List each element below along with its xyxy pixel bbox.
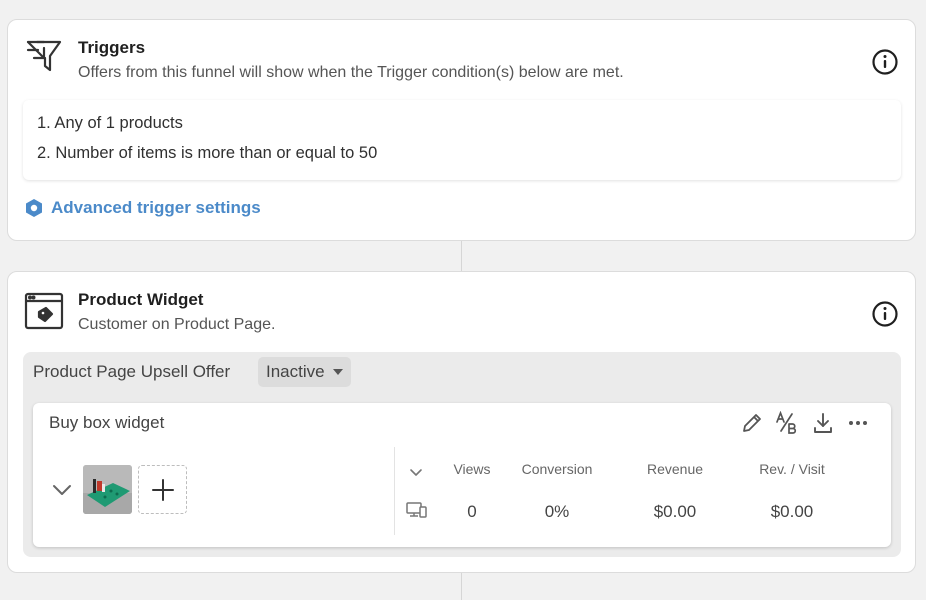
flow-connector-top [461, 240, 462, 272]
trigger-conditions-list: 1. Any of 1 products 2. Number of items … [23, 100, 901, 180]
flow-connector-bottom [461, 572, 462, 600]
product-thumbnail[interactable] [83, 465, 132, 514]
chevron-down-icon[interactable] [51, 481, 73, 499]
stat-value-rev-per-visit: $0.00 [770, 502, 814, 521]
trigger-funnel-icon [24, 38, 64, 78]
browser-tag-icon [24, 290, 64, 330]
caret-down-icon [332, 369, 343, 375]
devices-icon [406, 501, 428, 519]
offer-status-label: Inactive [266, 362, 325, 381]
hexagon-settings-icon [26, 199, 42, 217]
product-widget-title: Product Widget [78, 290, 204, 309]
widget-card: Buy box widget Views Conversion Revenue … [33, 403, 891, 547]
plus-icon [151, 478, 174, 501]
advanced-trigger-settings-link[interactable]: Advanced trigger settings [24, 198, 261, 218]
info-icon[interactable] [871, 48, 899, 76]
add-product-button[interactable] [138, 465, 187, 514]
product-widget-card: Product Widget Customer on Product Page.… [7, 271, 916, 573]
stat-header-revenue: Revenue [646, 461, 704, 477]
stat-value-views: 0 [467, 502, 477, 521]
ab-test-icon[interactable] [775, 410, 799, 435]
stat-header-views: Views [453, 461, 491, 477]
chevron-down-icon[interactable] [409, 465, 423, 476]
info-icon[interactable] [871, 300, 899, 328]
offer-status-dropdown[interactable]: Inactive [258, 357, 351, 387]
offer-name: Product Page Upsell Offer [33, 362, 231, 381]
widget-name: Buy box widget [49, 413, 165, 432]
stat-value-revenue: $0.00 [653, 502, 697, 521]
stat-header-rev-per-visit: Rev. / Visit [759, 461, 825, 477]
trigger-condition-item: 2. Number of items is more than or equal… [37, 144, 378, 162]
triggers-card: Triggers Offers from this funnel will sh… [7, 19, 916, 241]
triggers-subtitle: Offers from this funnel will show when t… [78, 64, 624, 81]
edit-pencil-icon[interactable] [740, 411, 764, 435]
download-icon[interactable] [811, 411, 835, 435]
trigger-condition-item: 1. Any of 1 products [37, 114, 183, 132]
more-options-icon[interactable] [846, 411, 870, 435]
advanced-trigger-settings-label: Advanced trigger settings [51, 198, 261, 217]
stats-divider [394, 447, 395, 535]
stat-value-conversion: 0% [544, 502, 570, 521]
stat-header-conversion: Conversion [521, 461, 593, 477]
triggers-title: Triggers [78, 38, 146, 57]
product-widget-subtitle: Customer on Product Page. [78, 316, 276, 333]
offer-panel: Product Page Upsell Offer Inactive Buy b… [23, 352, 901, 557]
